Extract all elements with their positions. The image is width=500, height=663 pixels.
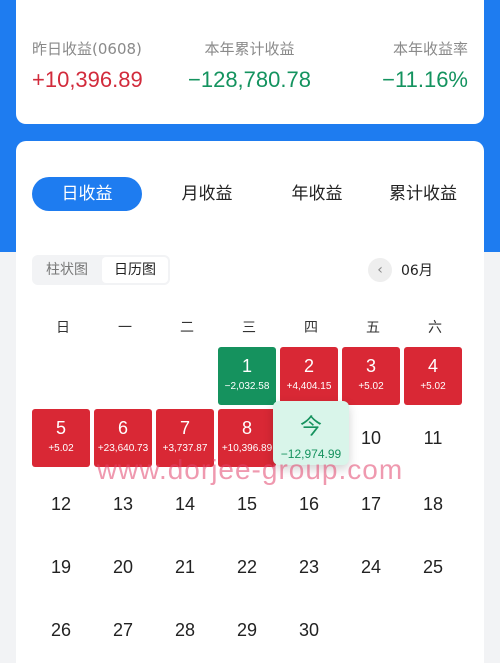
weekday-mon: 一 [118,320,132,336]
day-number: 3 [365,356,376,376]
calendar-day-today[interactable]: 今 −12,974.99 [273,401,349,465]
prev-month-icon[interactable]: ‹ [368,258,392,282]
calendar-day-17[interactable]: 17 [342,475,400,533]
calendar-day-20[interactable]: 20 [94,538,152,596]
day-number: 23 [298,557,320,577]
calendar-day-5[interactable]: 5 +5.02 [32,409,90,467]
day-number: 14 [174,494,196,514]
ytd-profit-label: 本年累计收益 [204,40,295,58]
day-number: 15 [236,494,258,514]
calendar-day-7[interactable]: 7 +3,737.87 [156,409,214,467]
day-number: 5 [55,418,66,438]
day-number: 27 [112,620,134,640]
calendar-day-22[interactable]: 22 [218,538,276,596]
calendar-day-30[interactable]: 30 [280,601,338,659]
calendar-day-24[interactable]: 24 [342,538,400,596]
ytd-rate: 本年收益率 −11.16% [382,38,468,93]
day-profit: +5.02 [358,381,384,392]
yesterday-profit-value: +10,396.89 [32,67,143,92]
weekday-fri: 五 [366,320,380,336]
day-number: 今 [299,414,322,439]
calendar-day-2[interactable]: 2 +4,404.15 [280,347,338,405]
day-number: 26 [50,620,72,640]
day-number: 18 [422,494,444,514]
day-number: 25 [422,557,444,577]
calendar-day-27[interactable]: 27 [94,601,152,659]
day-number: 11 [423,428,443,448]
weekday-wed: 三 [242,320,256,336]
calendar-day-29[interactable]: 29 [218,601,276,659]
day-number: 20 [112,557,134,577]
calendar-day-3[interactable]: 3 +5.02 [342,347,400,405]
tab-daily[interactable]: 日收益 [32,177,142,211]
day-number: 22 [236,557,258,577]
day-number: 21 [174,557,196,577]
day-number: 2 [303,356,314,376]
calendar-day-8[interactable]: 8 +10,396.89 [218,409,276,467]
calendar-day-25[interactable]: 25 [404,538,462,596]
day-number: 16 [298,494,320,514]
weekday-thu: 四 [304,320,318,336]
weekday-tue: 二 [180,320,194,336]
day-profit: +5.02 [420,381,446,392]
day-number: 6 [117,418,128,438]
calendar-day-19[interactable]: 19 [32,538,90,596]
day-profit: +3,737.87 [162,443,208,454]
calendar-day-1[interactable]: 1 −2,032.58 [218,347,276,405]
day-number: 8 [241,418,252,438]
day-number: 30 [298,620,320,640]
day-number: 17 [360,494,382,514]
calendar-day-13[interactable]: 13 [94,475,152,533]
profit-card: 日收益 月收益 年收益 累计收益 柱状图 日历图 ‹ 06月 日 一 二 三 四… [16,141,484,663]
calendar-day-12[interactable]: 12 [32,475,90,533]
day-number: 10 [360,428,382,448]
period-tabs: 日收益 月收益 年收益 累计收益 [32,177,468,211]
month-label[interactable]: 06月 [401,260,433,280]
calendar-day-15[interactable]: 15 [218,475,276,533]
weekday-sun: 日 [56,320,70,336]
yesterday-profit: 昨日收益(0608) +10,396.89 [32,38,143,93]
calendar-day-21[interactable]: 21 [156,538,214,596]
yesterday-profit-label: 昨日收益(0608) [32,40,142,58]
calendar-day-16[interactable]: 16 [280,475,338,533]
calendar-option[interactable]: 日历图 [102,257,168,283]
calendar-day-26[interactable]: 26 [32,601,90,659]
chart-view-toggle: 柱状图 日历图 [32,255,170,285]
calendar-day-6[interactable]: 6 +23,640.73 [94,409,152,467]
day-profit: −12,974.99 [280,447,342,461]
day-number: 1 [241,356,252,376]
day-profit: −2,032.58 [224,381,270,392]
tab-cumulative[interactable]: 累计收益 [378,177,468,211]
day-number: 28 [174,620,196,640]
calendar-day-18[interactable]: 18 [404,475,462,533]
day-number: 12 [50,494,72,514]
tab-monthly[interactable]: 月收益 [162,177,252,211]
ytd-profit-value: −128,780.78 [188,67,311,92]
bar-chart-option[interactable]: 柱状图 [34,257,100,283]
tab-yearly[interactable]: 年收益 [272,177,362,211]
calendar-day-14[interactable]: 14 [156,475,214,533]
weekday-sat: 六 [428,320,442,336]
day-profit: +4,404.15 [286,381,332,392]
day-number: 13 [112,494,134,514]
day-number: 4 [427,356,438,376]
day-number: 29 [236,620,258,640]
calendar-day-10[interactable]: 10 [342,409,400,467]
day-number: 7 [179,418,190,438]
calendar-day-28[interactable]: 28 [156,601,214,659]
ytd-rate-label: 本年收益率 [392,40,468,58]
calendar-day-11[interactable]: 11 [404,409,462,467]
day-number: 19 [50,557,72,577]
calendar-day-23[interactable]: 23 [280,538,338,596]
day-number: 24 [360,557,382,577]
ytd-profit: 本年累计收益 −128,780.78 [188,38,311,93]
summary-card: 昨日收益(0608) +10,396.89 本年累计收益 −128,780.78… [16,0,484,124]
day-profit: +23,640.73 [97,443,149,454]
ytd-rate-value: −11.16% [382,67,468,92]
day-profit: +10,396.89 [221,443,273,454]
calendar-day-4[interactable]: 4 +5.02 [404,347,462,405]
day-profit: +5.02 [48,443,74,454]
